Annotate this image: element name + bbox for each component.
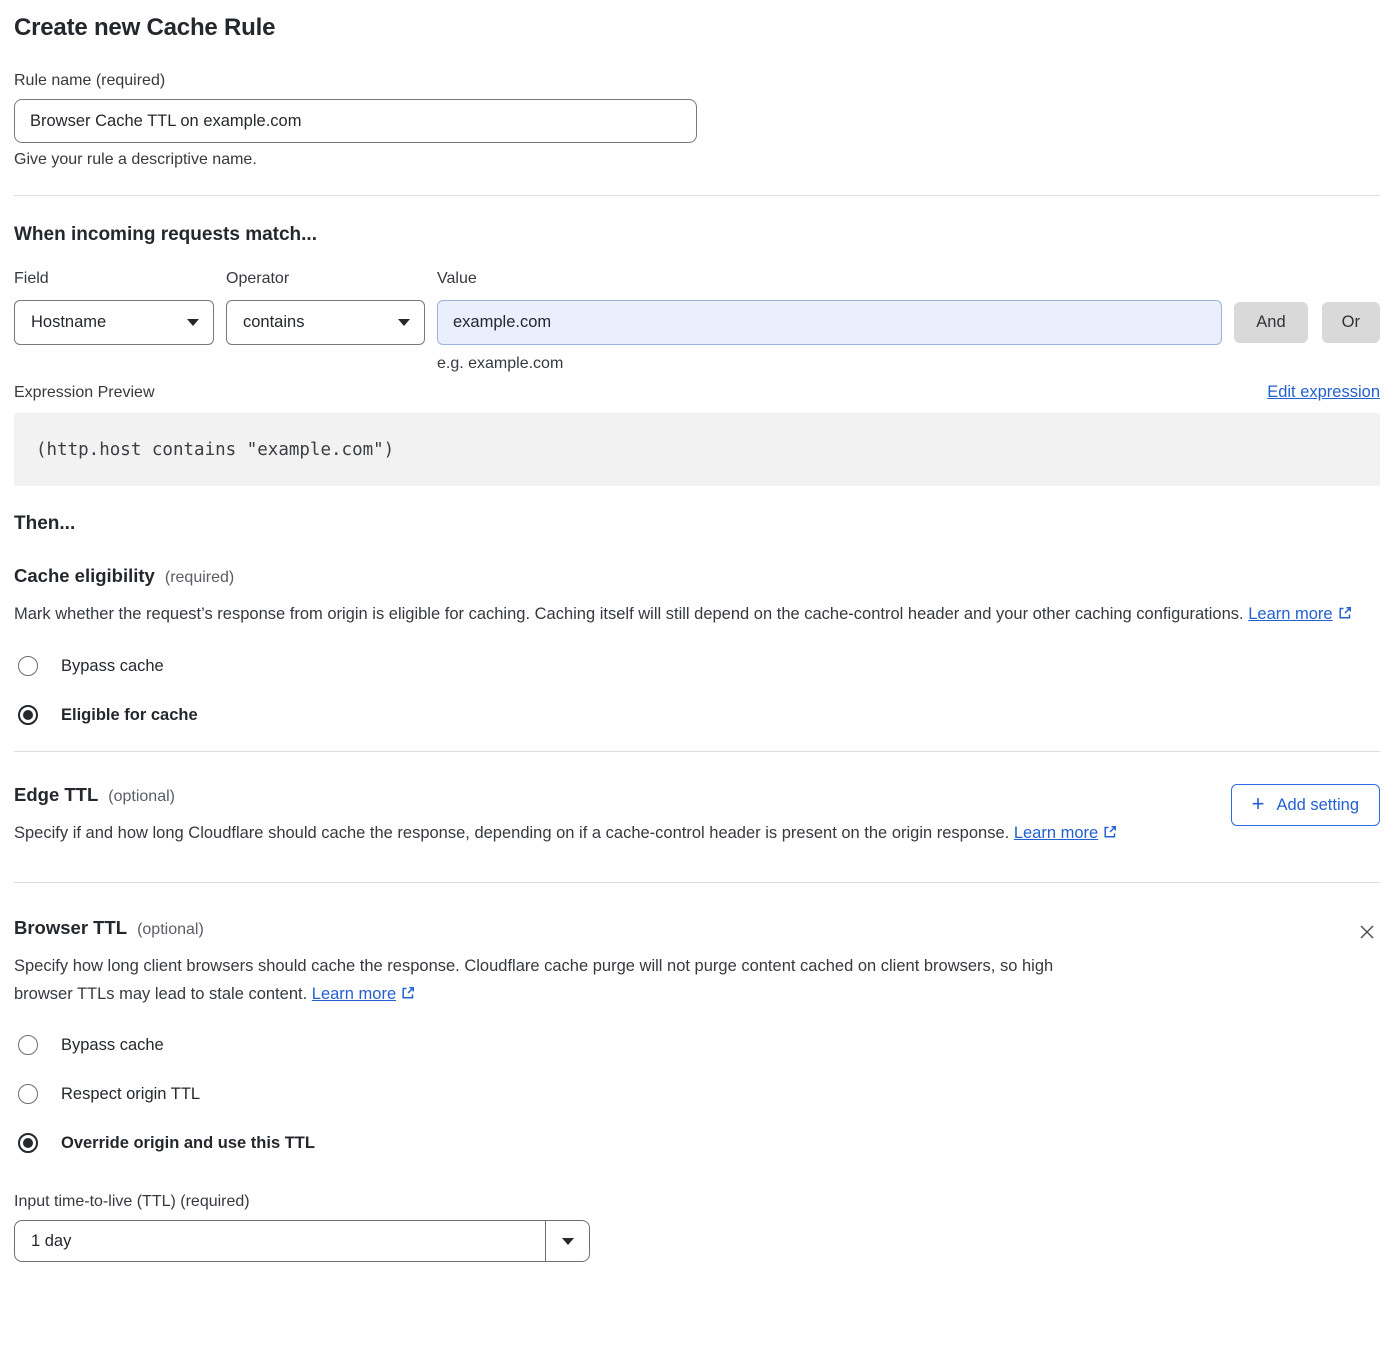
- expression-code: (http.host contains "example.com"): [36, 440, 394, 460]
- edge-ttl-qualifier: (optional): [108, 788, 175, 806]
- chevron-down-icon: [187, 319, 199, 326]
- cache-eligibility-title: Cache eligibility: [14, 565, 155, 587]
- cache-eligibility-section: Cache eligibility (required) Mark whethe…: [14, 565, 1380, 725]
- operator-select[interactable]: contains: [226, 300, 425, 345]
- or-button[interactable]: Or: [1322, 302, 1380, 343]
- radio-option-bypass-cache[interactable]: Bypass cache: [14, 656, 1380, 676]
- radio-option-respect-origin-ttl[interactable]: Respect origin TTL: [14, 1084, 1380, 1104]
- radio-button[interactable]: [18, 1133, 38, 1153]
- radio-option-override-origin-ttl[interactable]: Override origin and use this TTL: [14, 1133, 1380, 1153]
- ttl-input-section: Input time-to-live (TTL) (required) 1 da…: [14, 1193, 1380, 1262]
- radio-button[interactable]: [18, 1084, 38, 1104]
- expression-section: Expression Preview Edit expression (http…: [14, 383, 1380, 486]
- value-input[interactable]: [437, 300, 1222, 345]
- operator-select-value: contains: [243, 313, 304, 332]
- rule-name-label: Rule name (required): [14, 72, 1380, 90]
- radio-option-eligible-for-cache[interactable]: Eligible for cache: [14, 705, 1380, 725]
- add-setting-button[interactable]: + Add setting: [1231, 784, 1380, 826]
- browser-ttl-qualifier: (optional): [137, 921, 204, 939]
- learn-more-link[interactable]: Learn more: [312, 985, 396, 1003]
- radio-label: Override origin and use this TTL: [61, 1134, 315, 1153]
- chevron-down-icon[interactable]: [545, 1221, 589, 1261]
- edit-expression-link[interactable]: Edit expression: [1267, 383, 1380, 402]
- match-section: When incoming requests match... Field Op…: [14, 224, 1380, 373]
- radio-button[interactable]: [18, 656, 38, 676]
- cache-eligibility-description: Mark whether the request’s response from…: [14, 600, 1359, 630]
- radio-button[interactable]: [18, 705, 38, 725]
- ttl-select[interactable]: 1 day: [14, 1220, 590, 1262]
- expression-preview-label: Expression Preview: [14, 384, 155, 402]
- ttl-select-value: 1 day: [15, 1221, 545, 1261]
- radio-label: Bypass cache: [61, 1036, 164, 1055]
- rule-name-help: Give your rule a descriptive name.: [14, 151, 1380, 169]
- page-title: Create new Cache Rule: [14, 14, 1380, 42]
- expression-code-block: (http.host contains "example.com"): [14, 413, 1380, 486]
- radio-label: Respect origin TTL: [61, 1085, 200, 1104]
- browser-ttl-description: Specify how long client browsers should …: [14, 952, 1104, 1010]
- and-button[interactable]: And: [1234, 302, 1307, 343]
- plus-icon: +: [1252, 793, 1265, 815]
- edge-ttl-section: Edge TTL (optional) Specify if and how l…: [14, 784, 1380, 849]
- then-heading: Then...: [14, 513, 1380, 535]
- radio-button[interactable]: [18, 1035, 38, 1055]
- divider: [14, 882, 1380, 883]
- value-help: e.g. example.com: [437, 355, 1222, 373]
- external-link-icon: [1102, 826, 1118, 844]
- field-select[interactable]: Hostname: [14, 300, 214, 345]
- divider: [14, 195, 1380, 196]
- rule-name-input[interactable]: [14, 99, 697, 143]
- radio-label: Bypass cache: [61, 657, 164, 676]
- browser-ttl-section: Browser TTL (optional) Specify how long …: [14, 917, 1380, 1262]
- close-icon: [1358, 923, 1376, 941]
- field-select-value: Hostname: [31, 313, 106, 332]
- learn-more-link[interactable]: Learn more: [1014, 824, 1098, 842]
- ttl-input-label: Input time-to-live (TTL) (required): [14, 1193, 1380, 1211]
- rule-name-section: Rule name (required) Give your rule a de…: [14, 72, 1380, 169]
- close-browser-ttl-button[interactable]: [1354, 919, 1380, 948]
- external-link-icon: [400, 987, 416, 1005]
- radio-option-bypass-cache[interactable]: Bypass cache: [14, 1035, 1380, 1055]
- match-labels-row: Field Operator Value: [14, 270, 1380, 288]
- match-heading: When incoming requests match...: [14, 224, 1380, 246]
- value-label: Value: [437, 270, 1220, 288]
- browser-ttl-title: Browser TTL: [14, 917, 127, 939]
- add-setting-label: Add setting: [1276, 796, 1359, 815]
- learn-more-link[interactable]: Learn more: [1248, 605, 1332, 623]
- field-label: Field: [14, 270, 214, 288]
- divider: [14, 751, 1380, 752]
- edge-ttl-title: Edge TTL: [14, 784, 98, 806]
- cache-eligibility-qualifier: (required): [165, 569, 234, 587]
- edge-ttl-description: Specify if and how long Cloudflare shoul…: [14, 819, 1119, 849]
- chevron-down-icon: [398, 319, 410, 326]
- radio-label: Eligible for cache: [61, 706, 198, 725]
- operator-label: Operator: [226, 270, 425, 288]
- external-link-icon: [1337, 607, 1353, 625]
- match-inputs-row: Hostname contains e.g. example.com And O…: [14, 300, 1380, 373]
